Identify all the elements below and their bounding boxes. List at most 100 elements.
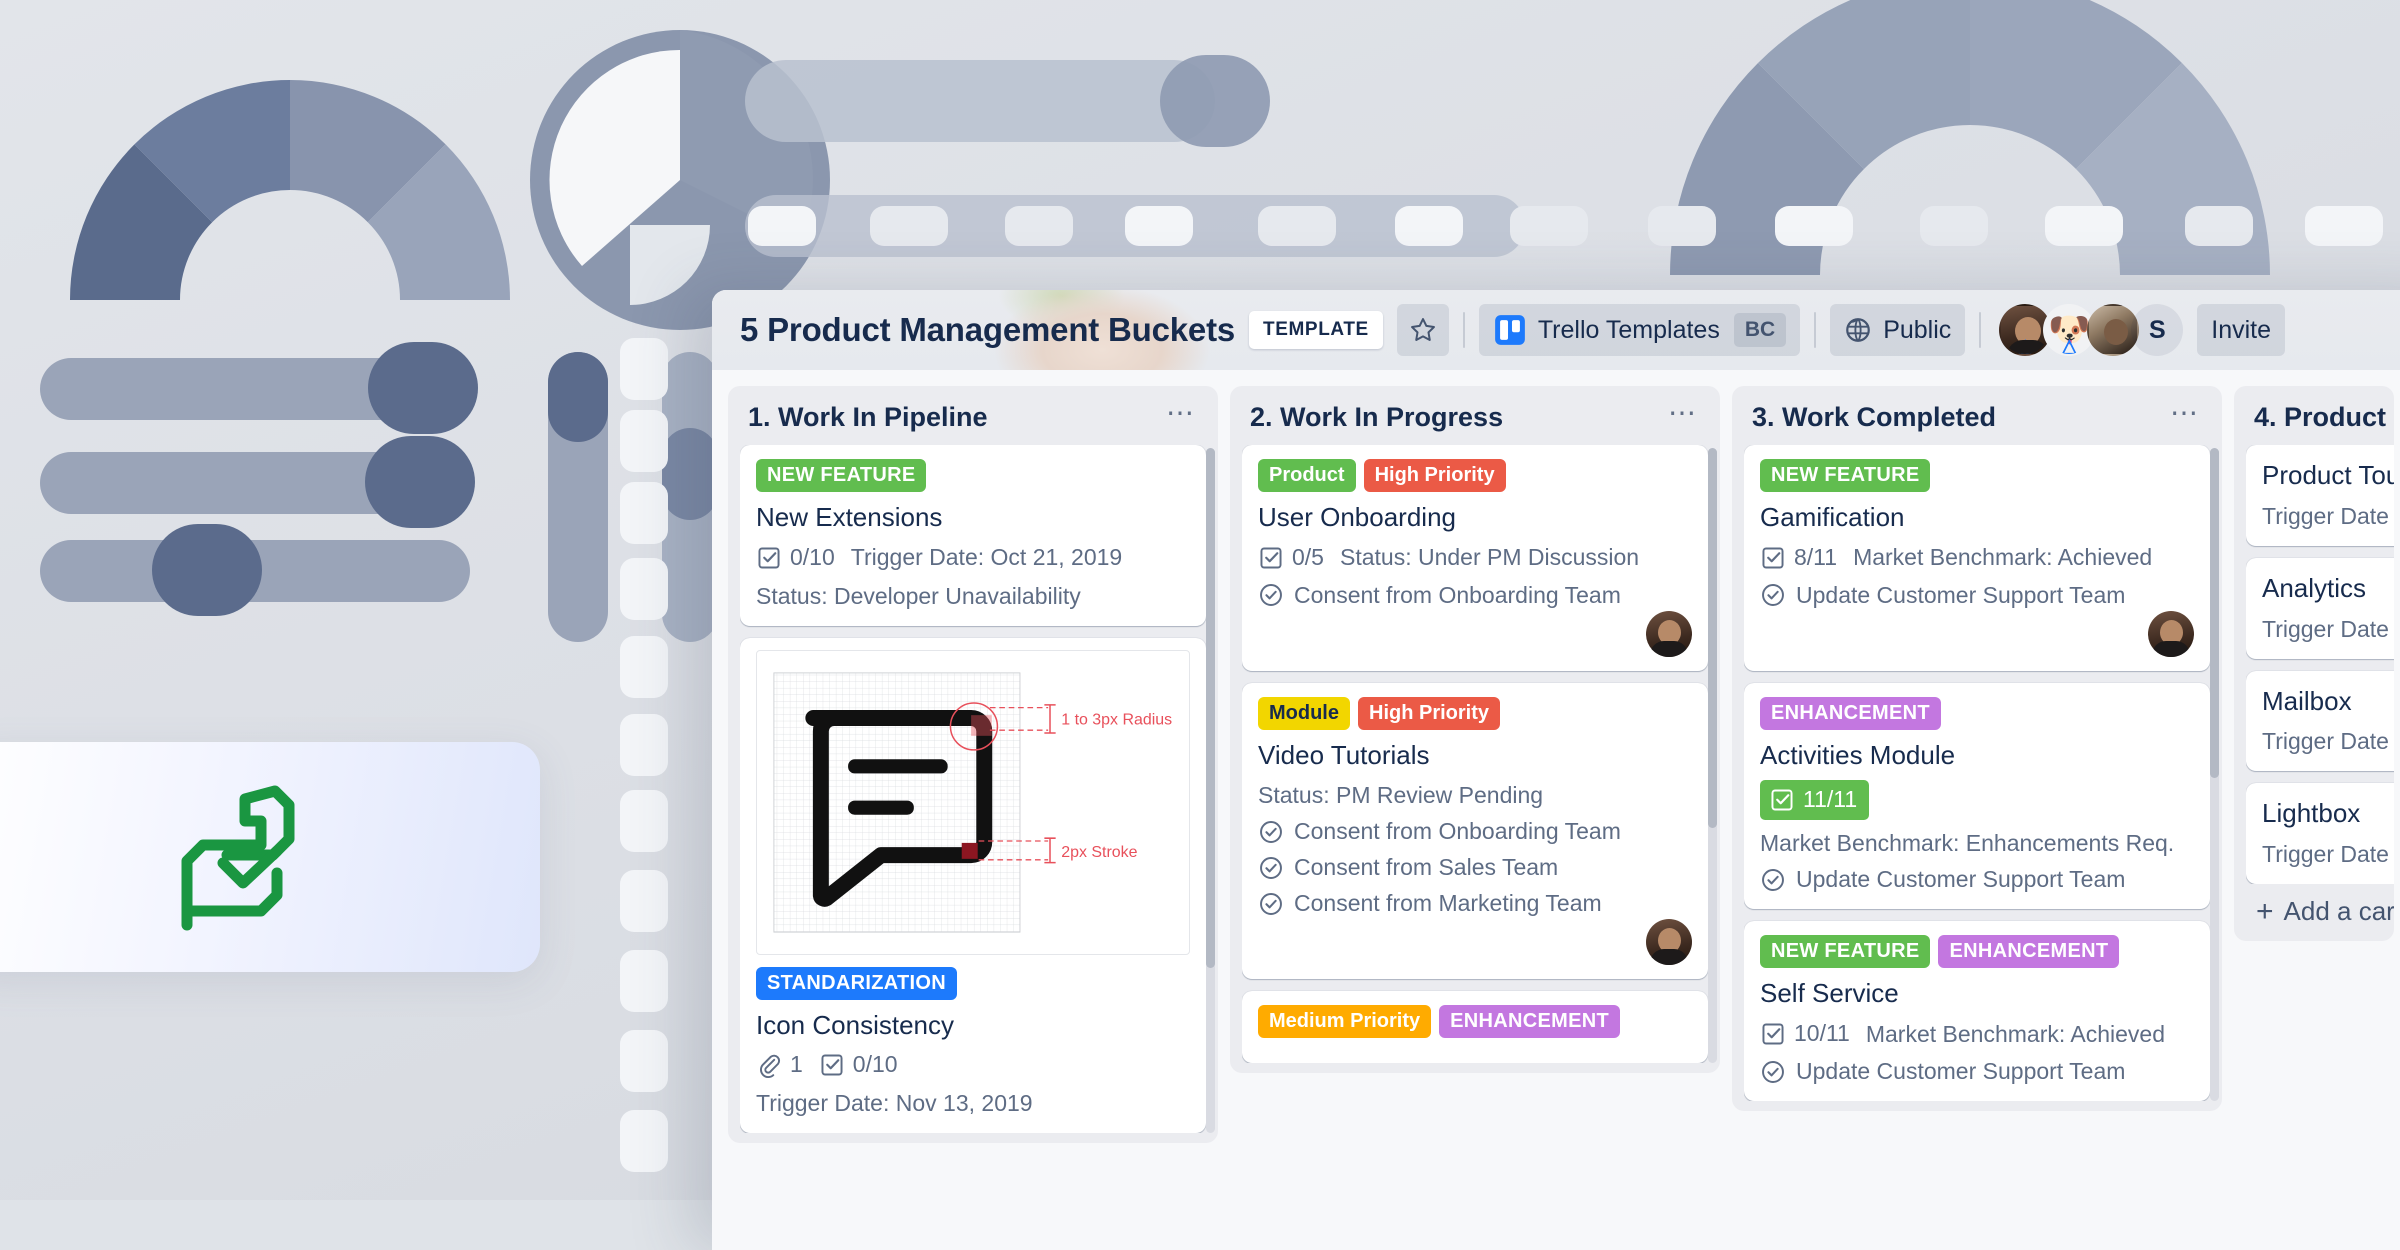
card-checkitem-row: Update Customer Support Team [1760, 866, 2194, 893]
card-trigger-row: Trigger Date [2262, 841, 2394, 868]
card-new-extensions[interactable]: NEW FEATURE New Extensions 0/10 Trigger … [740, 445, 1206, 626]
card-meta-row: Market Benchmark: Enhancements Req. [1760, 830, 2194, 857]
visibility-button[interactable]: Public [1830, 304, 1965, 356]
vertical-bar-fill [662, 428, 718, 520]
logo-card [0, 742, 540, 972]
card-medium-priority-enhancement[interactable]: Medium Priority ENHANCEMENT [1242, 991, 1708, 1063]
dot-chip [620, 790, 668, 852]
board-header: 5 Product Management Buckets TEMPLATE Tr… [712, 290, 2400, 370]
checklist-count: 0/5 [1292, 543, 1324, 573]
card-title: Activities Module [1760, 739, 2194, 773]
card-checkitem-text: Consent from Marketing Team [1294, 890, 1602, 917]
card-badges: 10/11 Market Benchmark: Achieved [1760, 1019, 2194, 1049]
workspace-name: Trello Templates [1538, 316, 1720, 345]
label-enhancement[interactable]: ENHANCEMENT [1760, 697, 1941, 730]
dot-chip [620, 950, 668, 1012]
list-scrollbar[interactable] [1206, 448, 1215, 1133]
card-member-avatar[interactable] [1646, 611, 1692, 657]
label-product[interactable]: Product [1258, 459, 1356, 492]
card-checkitem-row: Consent from Onboarding Team [1258, 582, 1692, 609]
checklist-badge: 0/5 [1258, 543, 1324, 573]
paperclip-icon [756, 1052, 782, 1078]
label-new-feature[interactable]: NEW FEATURE [1760, 935, 1930, 968]
card-checkitem-row: Consent from Marketing Team [1258, 890, 1692, 917]
checklist-count: 8/11 [1794, 543, 1837, 573]
card-video-tutorials[interactable]: Module High Priority Video Tutorials Sta… [1242, 683, 1708, 980]
card-mailbox[interactable]: Mailbox Trigger Date [2246, 671, 2394, 772]
card-gamification[interactable]: NEW FEATURE Gamification 8/11 Market Ben… [1744, 445, 2210, 671]
list-work-in-progress: 2. Work In Progress ⋯ Product High Prior… [1230, 386, 1720, 1073]
list-title: 3. Work Completed [1752, 402, 1996, 433]
stroke-annotation-label: 2px Stroke [1061, 844, 1137, 861]
slider-knob [368, 342, 478, 434]
list-scrollbar[interactable] [1708, 448, 1717, 1063]
card-meta: Market Benchmark: Achieved [1866, 1021, 2165, 1048]
card-icon-consistency[interactable]: 1 to 3px Radius 2px Stroke STANDARIZATIO… [740, 638, 1206, 1134]
card-activities-module[interactable]: ENHANCEMENT Activities Module 11/11 [1744, 683, 2210, 910]
card-labels: NEW FEATURE [756, 459, 1190, 492]
card-product-tour[interactable]: Product Tour Trigger Date [2246, 445, 2394, 546]
ellipsis-icon[interactable]: ⋯ [1162, 407, 1200, 429]
checklist-icon [1760, 545, 1786, 571]
list-header: 2. Work In Progress ⋯ [1242, 400, 1708, 445]
page-title: 5 Product Management Buckets [740, 311, 1235, 349]
list-title: 2. Work In Progress [1250, 402, 1503, 433]
label-high-priority[interactable]: High Priority [1358, 697, 1500, 730]
card-meta-text: Market Benchmark: Enhancements Req. [1760, 830, 2174, 857]
card-status-row: Status: PM Review Pending [1258, 782, 1692, 809]
card-checkitem-row: Update Customer Support Team [1760, 582, 2194, 609]
ellipsis-icon[interactable]: ⋯ [2166, 407, 2204, 429]
ellipsis-icon[interactable]: ⋯ [1664, 407, 1702, 429]
card-self-service[interactable]: NEW FEATURE ENHANCEMENT Self Service 10/… [1744, 921, 2210, 1101]
label-high-priority[interactable]: High Priority [1364, 459, 1506, 492]
invite-button[interactable]: Invite [2197, 304, 2285, 356]
card-trigger-row: Trigger Date [2262, 503, 2394, 530]
workspace-button[interactable]: Trello Templates BC [1479, 304, 1800, 356]
card-lightbox[interactable]: Lightbox Trigger Date [2246, 783, 2394, 884]
list-scrollbar[interactable] [2210, 448, 2219, 1101]
card-checkitem-text: Consent from Onboarding Team [1294, 818, 1621, 845]
check-circle-icon [1760, 1059, 1786, 1085]
card-trigger-row: Trigger Date [2262, 728, 2394, 755]
tick-chip [2185, 206, 2253, 246]
card-container: NEW FEATURE New Extensions 0/10 Trigger … [740, 445, 1206, 1133]
card-status-text: Status: PM Review Pending [1258, 782, 1543, 809]
card-member-avatar[interactable] [2148, 611, 2194, 657]
list-work-in-pipeline: 1. Work In Pipeline ⋯ NEW FEATURE New Ex… [728, 386, 1218, 1143]
timeline-knob-decoration [1160, 55, 1270, 147]
card-title: Analytics [2262, 572, 2394, 606]
globe-icon [1844, 316, 1872, 344]
label-enhancement[interactable]: ENHANCEMENT [1938, 935, 2119, 968]
tick-chip [1005, 206, 1073, 246]
card-trigger-text: Trigger Date [2262, 841, 2389, 868]
tick-chip [870, 206, 948, 246]
card-checkitem-row: Consent from Onboarding Team [1258, 818, 1692, 845]
board-lists: 1. Work In Pipeline ⋯ NEW FEATURE New Ex… [712, 370, 2400, 1250]
add-card-label: Add a card [2284, 896, 2394, 927]
card-title: Gamification [1760, 501, 2194, 535]
card-checkitem-text: Update Customer Support Team [1796, 1058, 2125, 1085]
dot-chip [620, 1110, 668, 1172]
checklist-icon [1760, 1021, 1786, 1047]
checklist-count: 0/10 [790, 543, 835, 573]
label-new-feature[interactable]: NEW FEATURE [756, 459, 926, 492]
label-medium-priority[interactable]: Medium Priority [1258, 1005, 1431, 1038]
label-enhancement[interactable]: ENHANCEMENT [1439, 1005, 1620, 1038]
speech-bubble-icon-spec: 1 to 3px Radius 2px Stroke [757, 651, 1189, 954]
avatar-initial[interactable]: S [2131, 304, 2183, 356]
add-card-button[interactable]: + Add a card [2246, 884, 2394, 931]
card-user-onboarding[interactable]: Product High Priority User Onboarding 0/… [1242, 445, 1708, 671]
checklist-count: 10/11 [1794, 1019, 1850, 1049]
card-badges: 8/11 Market Benchmark: Achieved [1760, 543, 2194, 573]
label-new-feature[interactable]: NEW FEATURE [1760, 459, 1930, 492]
checklist-badge: 8/11 [1760, 543, 1837, 573]
label-standarization[interactable]: STANDARIZATION [756, 967, 957, 1000]
card-member-avatar[interactable] [1646, 919, 1692, 965]
checklist-icon [1769, 787, 1795, 813]
label-module[interactable]: Module [1258, 697, 1350, 730]
card-analytics[interactable]: Analytics Trigger Date [2246, 558, 2394, 659]
slider-knob [365, 436, 475, 528]
star-button[interactable] [1397, 304, 1449, 356]
dot-chip [620, 558, 668, 620]
check-circle-icon [1760, 867, 1786, 893]
